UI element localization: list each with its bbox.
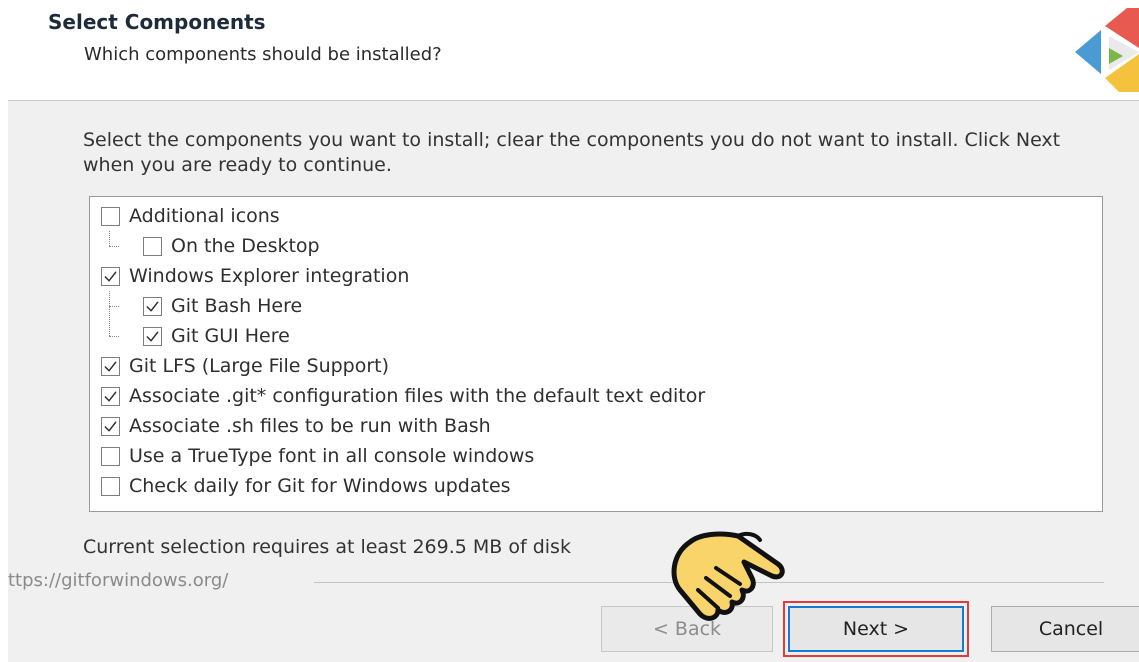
component-item[interactable]: Windows Explorer integration <box>101 261 409 291</box>
component-item[interactable]: Associate .sh files to be run with Bash <box>101 411 491 441</box>
page-title: Select Components <box>48 10 266 34</box>
component-item[interactable]: Check daily for Git for Windows updates <box>101 471 511 501</box>
checkbox-checked[interactable] <box>101 416 120 436</box>
component-label: Associate .git* configuration files with… <box>129 385 706 407</box>
component-label: Git LFS (Large File Support) <box>129 355 390 377</box>
component-label: Git Bash Here <box>171 295 303 317</box>
component-label: Windows Explorer integration <box>129 265 410 287</box>
tree-connector <box>109 246 119 247</box>
tree-connector <box>109 291 110 336</box>
checkbox-checked[interactable] <box>101 266 120 286</box>
page-subtitle: Which components should be installed? <box>84 44 442 65</box>
checkbox[interactable] <box>101 446 120 466</box>
component-item[interactable]: Git GUI Here <box>143 321 290 351</box>
pointing-hand-icon <box>671 531 785 621</box>
tree-connector <box>109 336 119 337</box>
component-item[interactable]: Associate .git* configuration files with… <box>101 381 705 411</box>
wizard-header: Select Components Which components shoul… <box>8 0 1139 101</box>
checkbox[interactable] <box>101 206 120 226</box>
tree-connector <box>109 306 119 307</box>
component-label: Associate .sh files to be run with Bash <box>129 415 491 437</box>
tree-connector <box>109 231 110 246</box>
component-label: Use a TrueType font in all console windo… <box>129 445 535 467</box>
next-button[interactable]: Next > <box>783 601 969 657</box>
website-link[interactable]: ttps://gitforwindows.org/ <box>8 570 228 591</box>
checkbox-checked[interactable] <box>143 296 162 316</box>
component-list[interactable]: Additional icons On the Desktop Windows … <box>89 196 1103 512</box>
checkbox-checked[interactable] <box>143 326 162 346</box>
component-item[interactable]: Git Bash Here <box>143 291 302 321</box>
checkbox[interactable] <box>101 476 120 496</box>
component-item[interactable]: Git LFS (Large File Support) <box>101 351 389 381</box>
component-label: On the Desktop <box>171 235 320 257</box>
instructions-text: Select the components you want to instal… <box>83 129 1061 176</box>
component-item[interactable]: On the Desktop <box>143 231 320 261</box>
component-label: Additional icons <box>129 205 280 227</box>
git-logo-icon <box>1075 8 1139 92</box>
cancel-button[interactable]: Cancel <box>991 606 1139 652</box>
component-label: Git GUI Here <box>171 325 290 347</box>
component-item[interactable]: Additional icons <box>101 201 280 231</box>
checkbox[interactable] <box>143 236 162 256</box>
checkbox-checked[interactable] <box>101 356 120 376</box>
component-label: Check daily for Git for Windows updates <box>129 475 511 497</box>
installer-window: Select Components Which components shoul… <box>8 0 1139 662</box>
checkbox-checked[interactable] <box>101 386 120 406</box>
disk-requirement-text: Current selection requires at least 269.… <box>83 536 571 558</box>
component-item[interactable]: Use a TrueType font in all console windo… <box>101 441 534 471</box>
